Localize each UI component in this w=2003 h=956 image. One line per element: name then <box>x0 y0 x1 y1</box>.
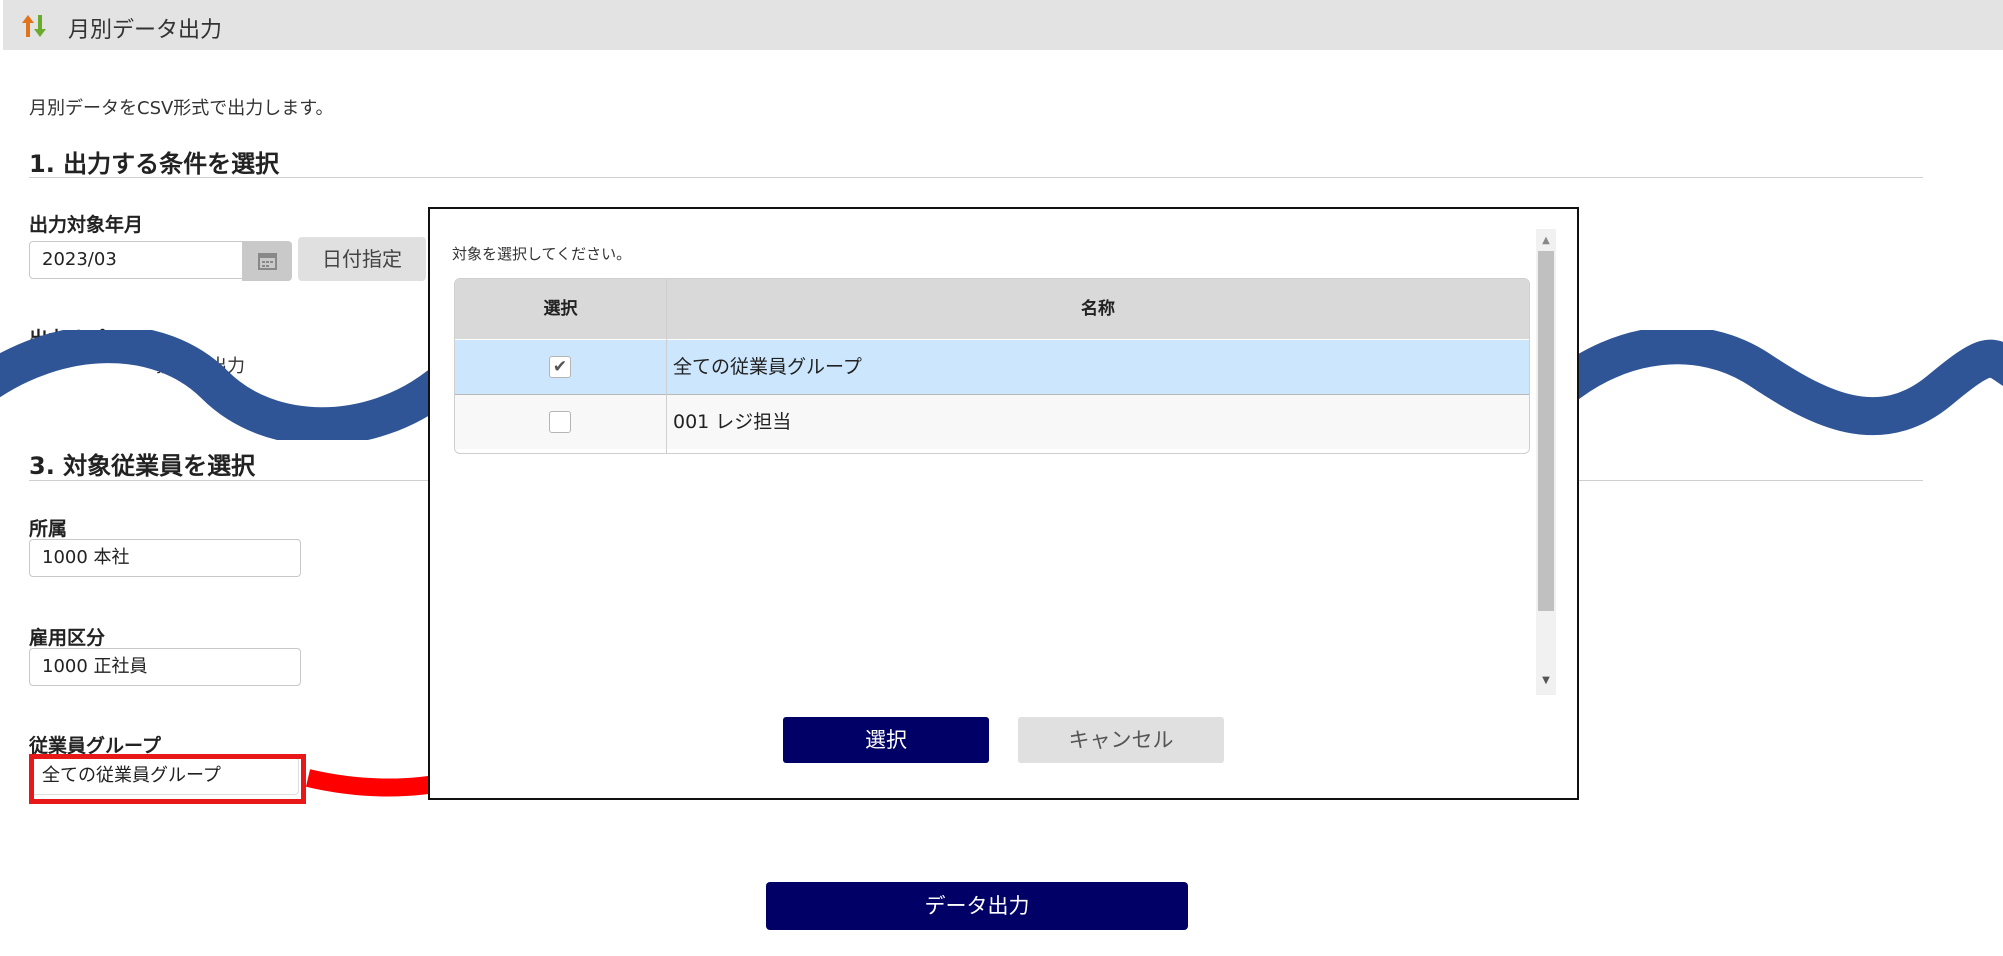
highlight-box <box>29 754 306 804</box>
month-label: 出力対象年月 <box>29 214 144 236</box>
department-field[interactable]: 1000 本社 <box>29 539 301 577</box>
employment-label: 雇用区分 <box>29 627 106 649</box>
scroll-up-icon[interactable]: ▲ <box>1536 235 1556 246</box>
page-title: 月別データ出力 <box>68 18 223 43</box>
employee-group-dialog: 対象を選択してください。 選択 名称 ✔ 全ての従業員グループ 001 レジ担当… <box>428 207 1579 800</box>
dialog-cancel-button[interactable]: キャンセル <box>1018 717 1224 763</box>
calendar-button[interactable] <box>242 241 292 281</box>
section-heading-employees: 3. 対象従業員を選択 <box>29 452 256 480</box>
date-spec-button[interactable]: 日付指定 <box>298 237 426 281</box>
title-bar <box>3 0 2003 50</box>
page-description: 月別データをCSV形式で出力します。 <box>29 98 334 119</box>
row-checkbox[interactable]: ✔ <box>549 356 571 378</box>
dialog-scrollbar[interactable]: ▲ ▼ <box>1536 229 1556 695</box>
scroll-down-icon[interactable]: ▼ <box>1536 675 1556 686</box>
table-row[interactable]: ✔ 全ての従業員グループ <box>455 340 1529 395</box>
month-input[interactable]: 2023/03 <box>29 241 243 279</box>
row-name: 001 レジ担当 <box>673 411 792 433</box>
section-divider <box>29 177 1923 178</box>
section-heading-conditions: 1. 出力する条件を選択 <box>29 150 280 178</box>
up-down-arrows-icon <box>22 15 46 37</box>
scrollbar-thumb[interactable] <box>1538 251 1554 611</box>
table-row[interactable]: 001 レジ担当 <box>455 395 1529 449</box>
row-checkbox[interactable] <box>549 411 571 433</box>
row-name: 全ての従業員グループ <box>673 356 862 378</box>
employment-field[interactable]: 1000 正社員 <box>29 648 301 686</box>
department-label: 所属 <box>29 518 68 540</box>
data-export-button[interactable]: データ出力 <box>766 882 1188 930</box>
group-table: 選択 名称 ✔ 全ての従業員グループ 001 レジ担当 <box>454 278 1530 454</box>
dialog-instruction: 対象を選択してください。 <box>452 245 632 263</box>
dialog-select-button[interactable]: 選択 <box>783 717 989 763</box>
column-header-select: 選択 <box>455 279 666 339</box>
column-divider <box>666 279 667 453</box>
column-header-name: 名称 <box>667 279 1529 339</box>
calendar-icon <box>258 253 277 270</box>
